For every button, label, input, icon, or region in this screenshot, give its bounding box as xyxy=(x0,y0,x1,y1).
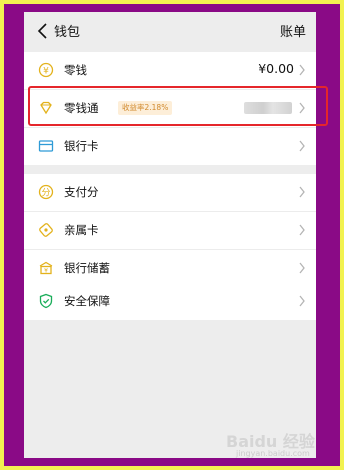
top-bar: 钱包 账单 xyxy=(24,12,316,52)
bank-savings-label: 银行储蓄 xyxy=(64,261,110,275)
row-security[interactable]: 安全保障 xyxy=(24,283,316,320)
svg-text:分: 分 xyxy=(41,188,50,199)
chevron-right-icon xyxy=(299,224,305,236)
back-arrow-icon[interactable] xyxy=(36,21,50,41)
change-label: 零钱 xyxy=(64,63,87,77)
change-balance: ¥0.00 xyxy=(258,61,294,76)
bank-savings-icon: ¥ xyxy=(39,261,53,275)
chevron-right-icon xyxy=(299,262,305,274)
phone-screen: 钱包 账单 ¥ 零钱 ¥0.00 零钱通 收益率2.18% 银行卡 分 支付分 … xyxy=(24,12,316,458)
chevron-right-icon xyxy=(299,186,305,198)
row-pay-score[interactable]: 分 支付分 xyxy=(24,174,316,212)
chevron-right-icon xyxy=(299,140,305,152)
red-highlight-box xyxy=(28,86,328,126)
page-title: 钱包 xyxy=(54,25,81,40)
bank-card-label: 银行卡 xyxy=(64,139,99,153)
security-label: 安全保障 xyxy=(64,294,110,308)
wallet-group-3: 安全保障 xyxy=(24,283,316,320)
row-bank-savings[interactable]: ¥ 银行储蓄 xyxy=(24,250,316,287)
svg-text:¥: ¥ xyxy=(43,67,49,77)
family-card-label: 亲属卡 xyxy=(64,223,99,237)
yuan-coin-icon: ¥ xyxy=(38,62,54,78)
row-change[interactable]: ¥ 零钱 ¥0.00 xyxy=(24,52,316,90)
family-card-icon xyxy=(39,223,53,237)
bill-button[interactable]: 账单 xyxy=(280,21,306,40)
shield-check-icon xyxy=(39,293,53,309)
row-family-card[interactable]: 亲属卡 xyxy=(24,212,316,250)
chevron-right-icon xyxy=(299,295,305,307)
row-bank-card[interactable]: 银行卡 xyxy=(24,128,316,165)
score-badge-icon: 分 xyxy=(38,184,54,200)
chevron-right-icon xyxy=(299,64,305,76)
svg-text:¥: ¥ xyxy=(44,268,48,275)
bank-card-icon xyxy=(38,140,54,152)
wallet-group-2: 分 支付分 亲属卡 ¥ 银行储蓄 xyxy=(24,174,316,287)
baidu-watermark-url: jingyan.baidu.com xyxy=(236,449,310,458)
pay-score-label: 支付分 xyxy=(64,185,99,199)
magenta-frame: 钱包 账单 ¥ 零钱 ¥0.00 零钱通 收益率2.18% 银行卡 分 支付分 … xyxy=(4,4,340,466)
